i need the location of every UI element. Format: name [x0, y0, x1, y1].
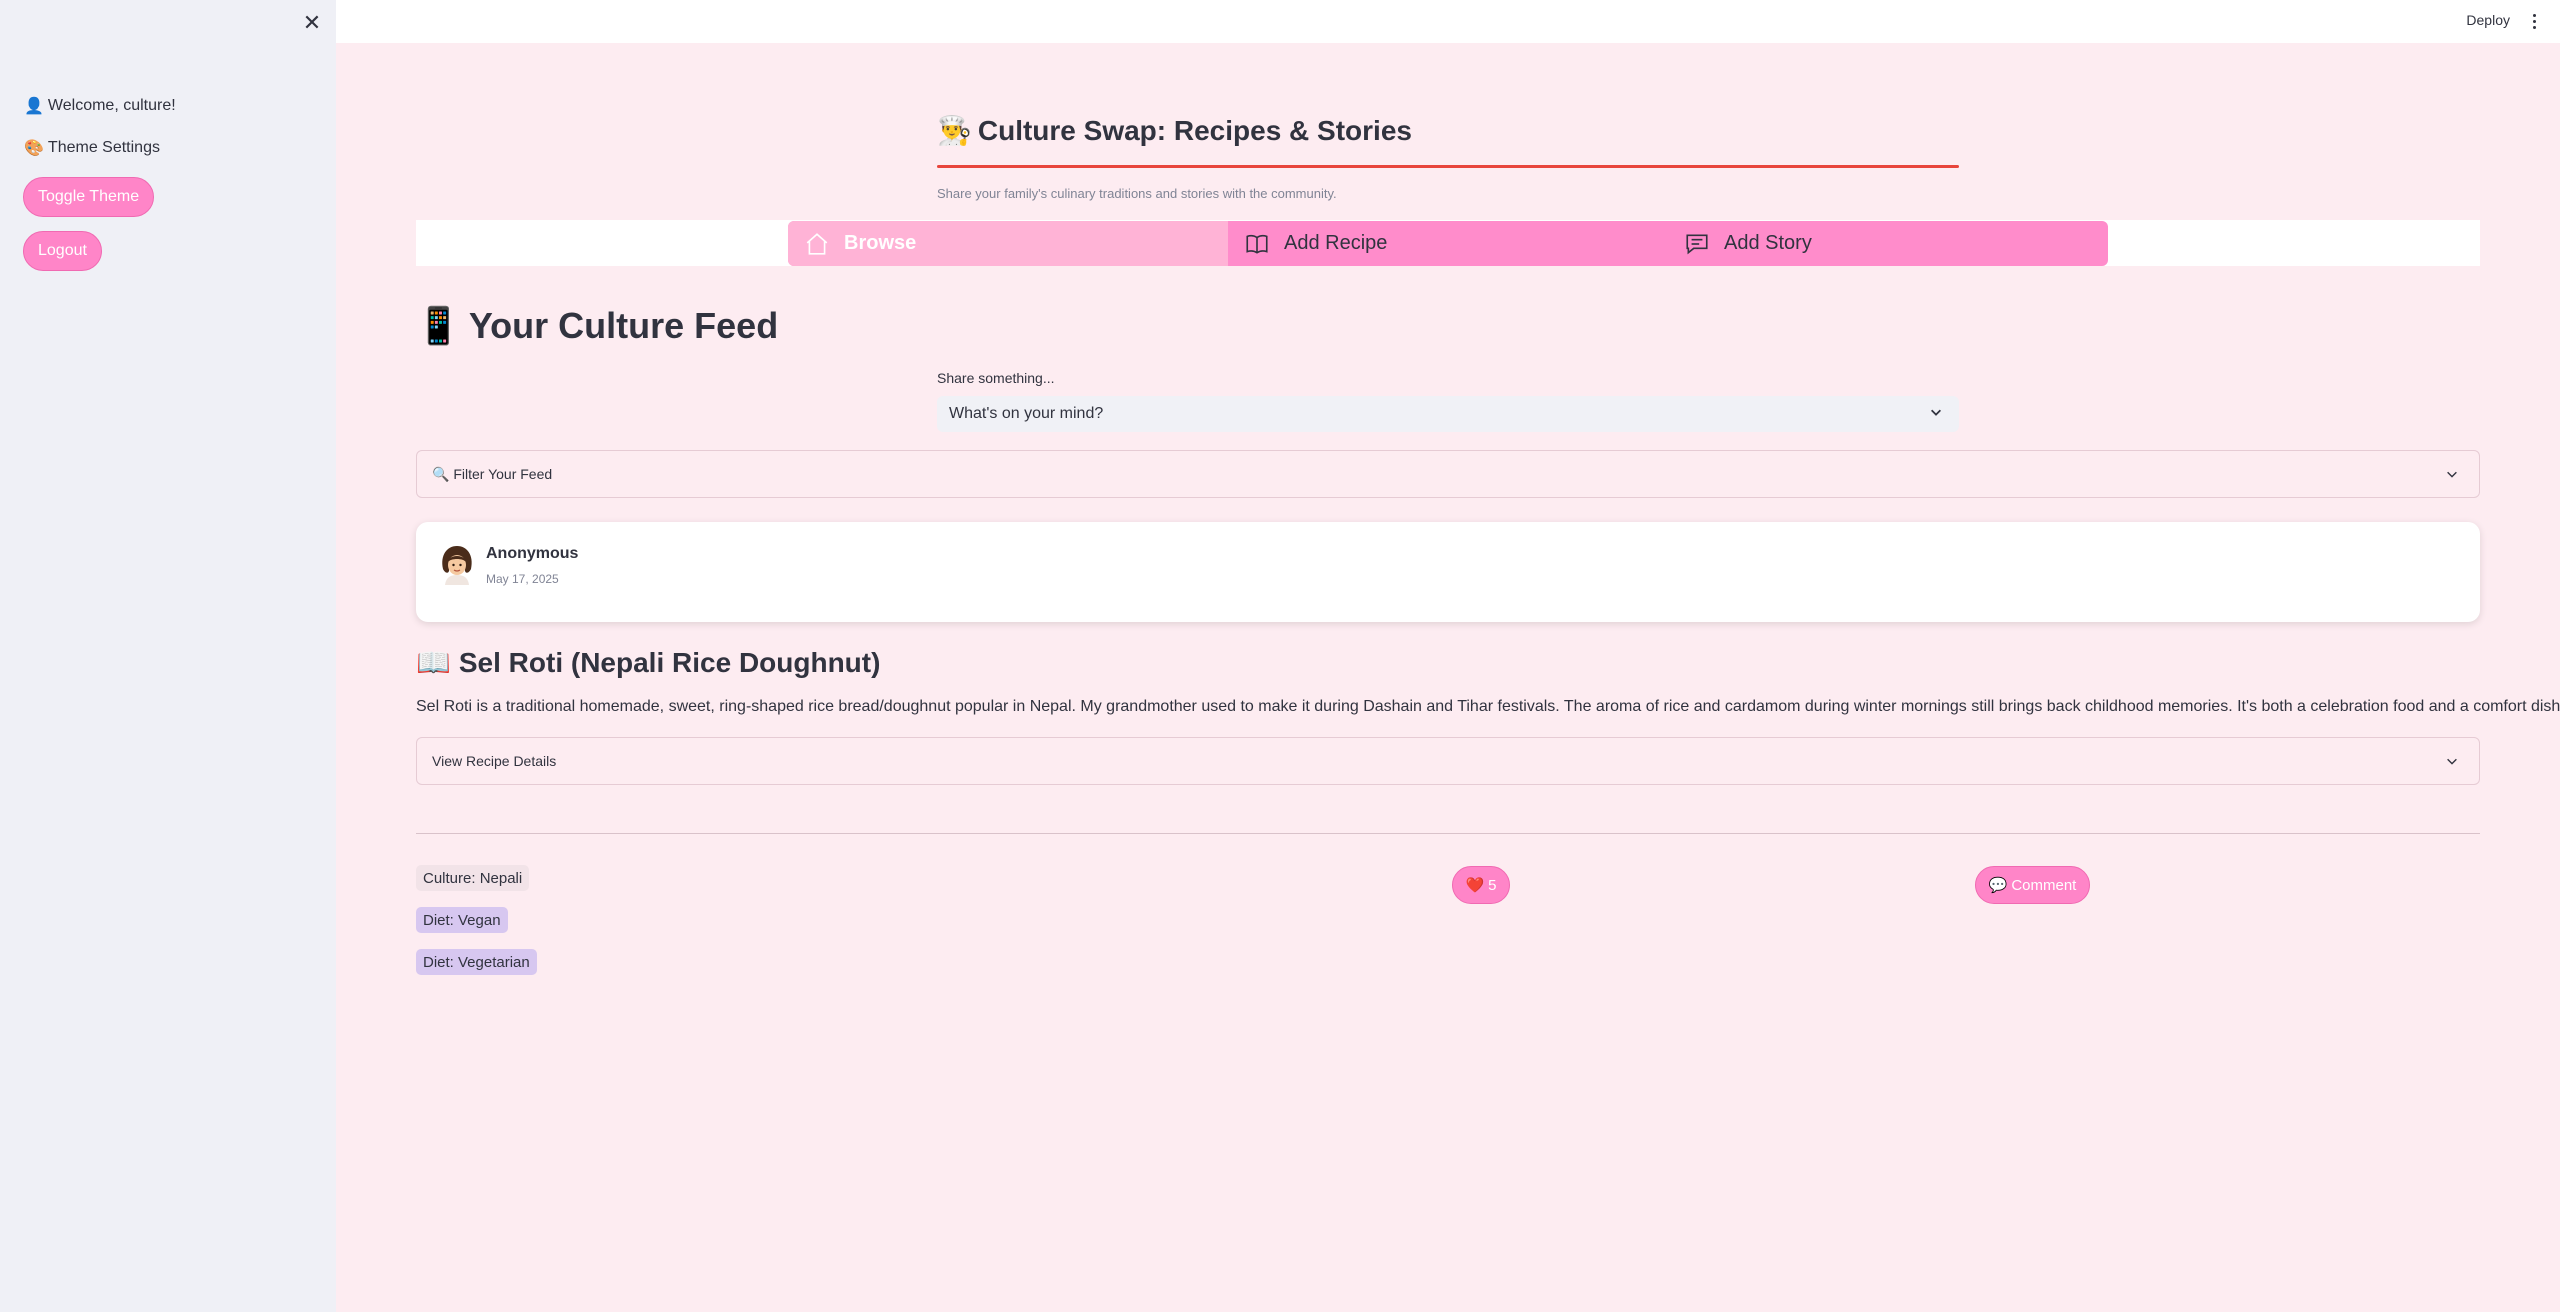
toggle-theme-button[interactable]: Toggle Theme [23, 177, 155, 217]
tab-browse-label: Browse [844, 232, 917, 254]
theme-settings-label: Theme Settings [47, 139, 160, 156]
tab-add-recipe[interactable]: Add Recipe [1228, 221, 1668, 266]
chevron-down-icon [1931, 409, 1941, 416]
recipe-description: Sel Roti is a traditional homemade, swee… [416, 698, 2560, 715]
palette-icon: 🎨 [24, 140, 44, 157]
sidebar: ✕ 👤 Welcome, culture! 🎨 Theme Settings T… [0, 0, 336, 1312]
tab-add-recipe-label: Add Recipe [1284, 232, 1388, 254]
post-author: Anonymous [486, 545, 579, 562]
tab-browse[interactable]: Browse [788, 221, 1228, 266]
recipe-details-label: View Recipe Details [432, 753, 557, 769]
post-author-card [416, 522, 2480, 622]
nav-tabs: Browse Add Recipe Add Story [788, 221, 2108, 266]
message-icon [1686, 234, 1708, 254]
title-divider [937, 165, 1959, 168]
like-count: 5 [1488, 876, 1497, 894]
share-select[interactable]: What's on your mind? [937, 396, 1959, 432]
feed-title-text: Your Culture Feed [468, 305, 779, 346]
top-bar: Deploy [336, 0, 2560, 43]
share-label: Share something... [937, 370, 1055, 386]
like-button[interactable]: ❤️ 5 [1452, 866, 1510, 904]
tab-add-story-label: Add Story [1724, 232, 1812, 254]
book-icon [1246, 234, 1268, 254]
diet-tag-vegetarian: Diet: Vegetarian [416, 949, 537, 975]
diet-tag-vegan: Diet: Vegan [416, 907, 508, 933]
user-icon: 👤 [24, 98, 44, 115]
page-title-text: Culture Swap: Recipes & Stories [977, 114, 1412, 146]
tab-add-story[interactable]: Add Story [1668, 221, 2108, 266]
phone-icon: 📱 [416, 305, 461, 346]
share-select-value: What's on your mind? [949, 405, 1104, 422]
home-icon [806, 232, 828, 255]
theme-settings-heading: 🎨 Theme Settings [24, 138, 160, 158]
culture-tag: Culture: Nepali [416, 865, 530, 891]
deploy-button[interactable]: Deploy [2466, 12, 2510, 28]
chef-icon: 👨‍🍳 [937, 115, 972, 146]
chevron-down-icon [2447, 471, 2457, 478]
comment-label: Comment [2011, 876, 2077, 894]
filter-feed-label: 🔍 Filter Your Feed [432, 465, 553, 482]
close-sidebar-icon[interactable]: ✕ [301, 12, 323, 34]
post-date: May 17, 2025 [486, 572, 559, 586]
heart-icon: ❤️ [1465, 877, 1485, 894]
welcome-label: Welcome, culture! [47, 97, 176, 114]
chevron-down-icon [2447, 758, 2457, 765]
recipe-title-text: Sel Roti (Nepali Rice Doughnut) [458, 646, 881, 678]
page-subtitle: Share your family's culinary traditions … [937, 186, 1337, 201]
page-title: 👨‍🍳 Culture Swap: Recipes & Stories [937, 114, 1412, 147]
avatar [442, 546, 472, 585]
speech-bubble-icon: 💬 [1988, 877, 2008, 894]
filter-feed-expander[interactable]: 🔍 Filter Your Feed [416, 450, 2480, 498]
post-divider [416, 833, 2480, 834]
feed-title: 📱 Your Culture Feed [416, 305, 778, 347]
recipe-details-expander[interactable]: View Recipe Details [416, 737, 2480, 785]
logout-button[interactable]: Logout [23, 231, 102, 271]
open-book-icon: 📖 [416, 647, 451, 678]
recipe-title: 📖 Sel Roti (Nepali Rice Doughnut) [416, 646, 880, 679]
comment-button[interactable]: 💬 Comment [1975, 866, 2090, 904]
welcome-text: 👤 Welcome, culture! [24, 96, 176, 116]
main-menu-icon[interactable] [2524, 10, 2544, 32]
